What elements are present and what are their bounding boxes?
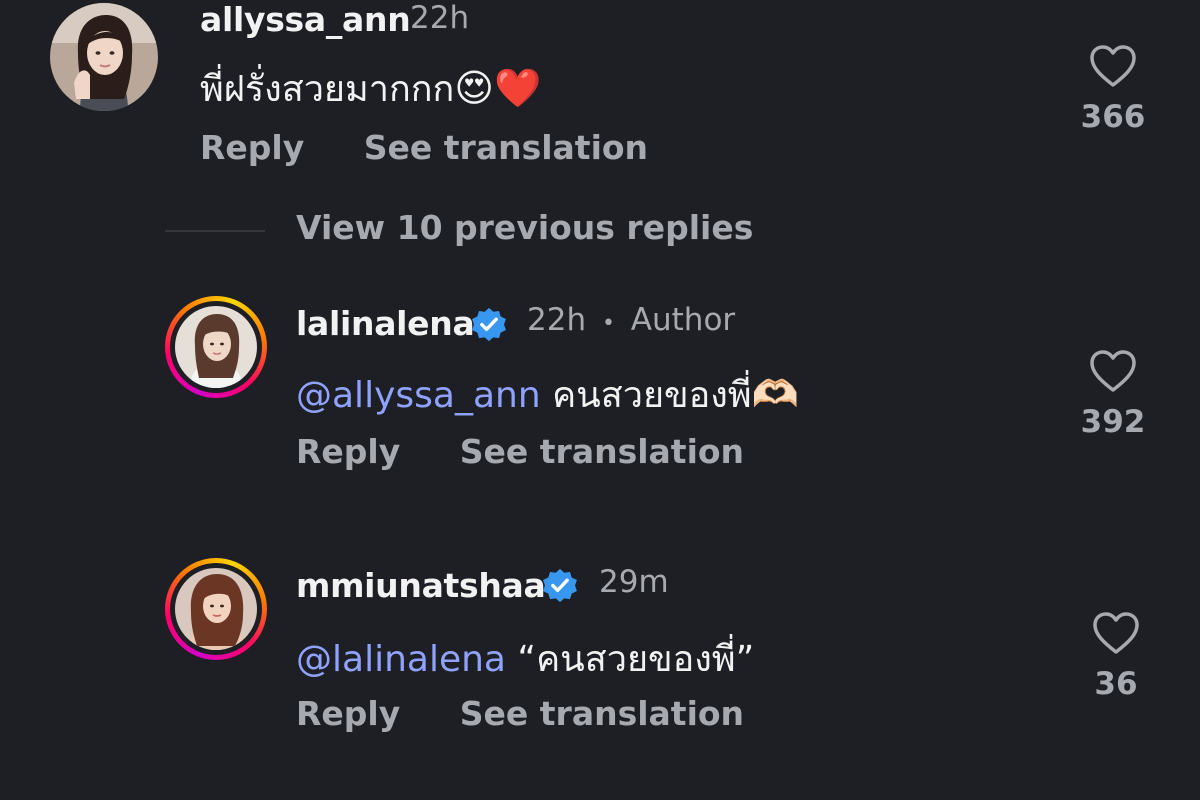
- reply-button[interactable]: Reply: [200, 128, 304, 167]
- avatar[interactable]: [50, 3, 158, 111]
- comment-actions: Reply See translation: [200, 128, 648, 167]
- view-replies-label[interactable]: View 10 previous replies: [296, 208, 753, 247]
- story-ring[interactable]: [165, 296, 267, 398]
- reply-button[interactable]: Reply: [296, 432, 400, 471]
- like-control[interactable]: 36: [1066, 610, 1166, 702]
- verified-badge-icon: [543, 568, 577, 603]
- see-translation-button[interactable]: See translation: [460, 694, 744, 733]
- see-translation-button[interactable]: See translation: [460, 432, 744, 471]
- comment-text: @lalinalena “คนสวยของพี่”: [296, 630, 754, 687]
- comments-thread: allyssa_ann 22h พี่ฝรั่งสวยมากกก😍❤️ Repl…: [0, 0, 1200, 800]
- emoji: 🫶🏻: [751, 372, 799, 416]
- heart-outline-icon[interactable]: [1091, 610, 1141, 656]
- like-count: 36: [1094, 666, 1138, 702]
- author-badge: Author: [630, 302, 736, 338]
- comment-meta: 22h • Author: [527, 302, 735, 338]
- comment-actions: Reply See translation: [296, 432, 744, 471]
- comment-time: 29m: [599, 564, 669, 600]
- comment-text: พี่ฝรั่งสวยมากกก😍❤️: [200, 60, 541, 117]
- like-count: 392: [1080, 404, 1146, 440]
- heart-outline-icon[interactable]: [1088, 348, 1138, 394]
- like-control[interactable]: 366: [1063, 43, 1163, 135]
- reply-button[interactable]: Reply: [296, 694, 400, 733]
- comment-body: พี่ฝรั่งสวยมากกก: [200, 69, 455, 110]
- username[interactable]: lalinalena: [296, 304, 475, 343]
- like-control[interactable]: 392: [1063, 348, 1163, 440]
- comment-body: คนสวยของพี่: [540, 375, 752, 416]
- emoji: 😍❤️: [454, 66, 542, 110]
- comment-body: “คนสวยของพี่”: [505, 639, 755, 680]
- avatar[interactable]: [175, 306, 257, 388]
- verified-badge-icon: [472, 307, 506, 342]
- mention-link[interactable]: @lalinalena: [296, 639, 506, 680]
- comment-time: 22h: [527, 302, 587, 338]
- comment-actions: Reply See translation: [296, 694, 744, 733]
- comment-time: 22h: [410, 0, 470, 36]
- username[interactable]: allyssa_ann: [200, 0, 411, 39]
- mention-link[interactable]: @allyssa_ann: [296, 375, 541, 416]
- username[interactable]: mmiunatshaa: [296, 566, 546, 605]
- comment-text: @allyssa_ann คนสวยของพี่🫶🏻: [296, 366, 799, 423]
- story-ring[interactable]: [165, 558, 267, 660]
- see-translation-button[interactable]: See translation: [364, 128, 648, 167]
- like-count: 366: [1080, 99, 1146, 135]
- heart-outline-icon[interactable]: [1088, 43, 1138, 89]
- avatar[interactable]: [175, 568, 257, 650]
- meta-separator: •: [601, 311, 615, 336]
- reply-divider: [165, 230, 265, 232]
